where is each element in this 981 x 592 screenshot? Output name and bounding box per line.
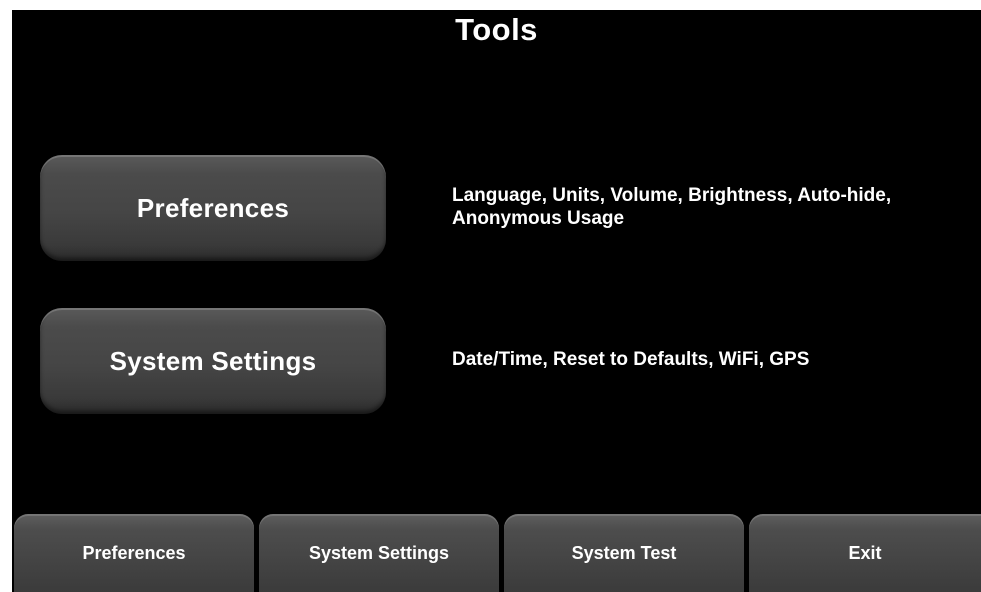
exit-button[interactable]: Exit <box>749 514 981 592</box>
system-settings-button[interactable]: System Settings <box>40 308 386 414</box>
bottom-system-settings-button[interactable]: System Settings <box>259 514 499 592</box>
system-settings-description: Date/Time, Reset to Defaults, WiFi, GPS <box>452 349 810 370</box>
bottom-preferences-button[interactable]: Preferences <box>14 514 254 592</box>
bottom-toolbar: Preferences System Settings System Test … <box>12 514 981 592</box>
page-title: Tools <box>455 12 538 47</box>
tools-screen: Tools Preferences Language, Units, Volum… <box>12 10 981 592</box>
preferences-button[interactable]: Preferences <box>40 155 386 261</box>
system-test-button[interactable]: System Test <box>504 514 744 592</box>
preferences-description: Language, Units, Volume, Brightness, Aut… <box>452 185 892 229</box>
